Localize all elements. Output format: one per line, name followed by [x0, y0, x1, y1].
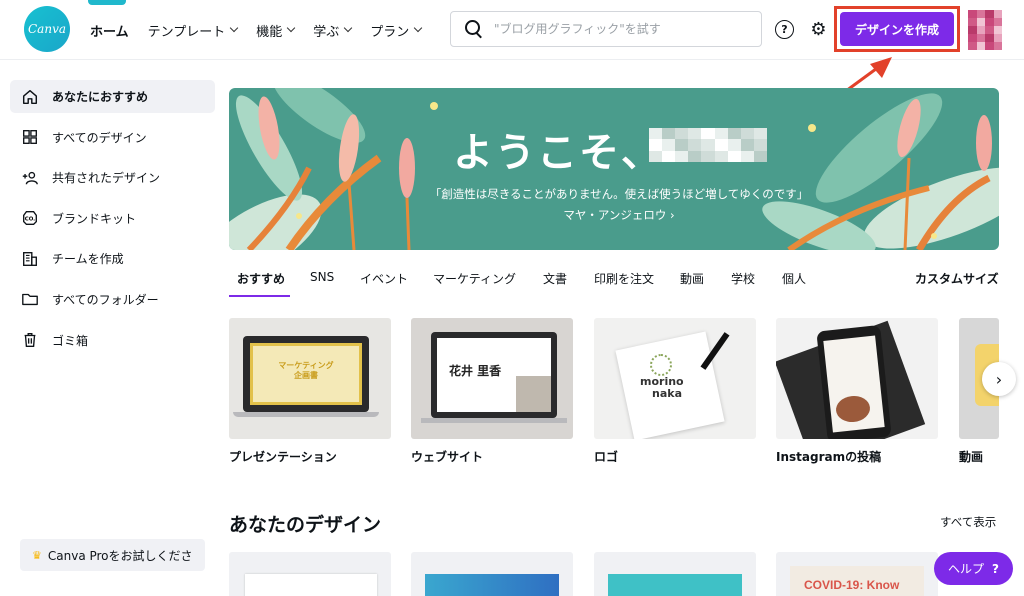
custom-size-button[interactable]: カスタムサイズ	[915, 270, 999, 287]
search-input[interactable]	[494, 22, 754, 36]
search-icon	[460, 15, 488, 43]
sidebar-item-create-team[interactable]: チームを作成	[10, 242, 215, 275]
nav-home[interactable]: ホーム	[90, 19, 129, 41]
canva-logo[interactable]: Canva	[24, 6, 70, 52]
help-button[interactable]: ヘルプ ?	[934, 552, 1013, 585]
home-icon	[19, 86, 41, 108]
welcome-banner: ようこそ、 「創造性は尽きることがありません。使えば使うほど増してゆくのです」マ…	[229, 88, 999, 250]
tab-sns[interactable]: SNS	[310, 270, 334, 297]
tab-events[interactable]: イベント	[360, 270, 408, 297]
sidebar-item-label: あなたにおすすめ	[52, 90, 149, 104]
sidebar-item-all-designs[interactable]: すべてのデザイン	[10, 121, 215, 154]
card-label: プレゼンテーション	[229, 450, 337, 464]
create-button-highlight: デザインを作成	[834, 6, 960, 52]
active-nav-indicator	[88, 0, 126, 5]
view-all-link[interactable]: すべて表示	[940, 514, 996, 530]
sidebar-item-label: すべてのフォルダー	[52, 292, 159, 307]
sidebar-item-shared[interactable]: 共有されたデザイン	[10, 161, 215, 194]
sidebar-item-label: ゴミ箱	[52, 333, 89, 348]
question-icon: ?	[992, 561, 999, 576]
sidebar-item-all-folders[interactable]: すべてのフォルダー	[10, 283, 215, 316]
website-thumbnail: 花井 里香	[411, 318, 573, 439]
logo-thumbnail: morino naka	[594, 318, 756, 439]
your-designs-title: あなたのデザイン	[229, 514, 382, 536]
tab-video[interactable]: 動画	[680, 270, 704, 297]
folder-icon	[19, 288, 41, 310]
nav-features-label: 機能	[256, 24, 283, 40]
nav-features[interactable]: 機能	[256, 19, 296, 41]
grid-icon	[19, 126, 41, 148]
gear-icon[interactable]: ⚙	[809, 20, 828, 39]
try-pro-button[interactable]: ♛ Canva Proをお試しくださ	[20, 539, 205, 571]
nav-plans[interactable]: プラン	[370, 19, 423, 41]
chevron-down-icon	[414, 23, 423, 33]
card-label: ロゴ	[594, 450, 619, 464]
sidebar-item-label: すべてのデザイン	[52, 130, 147, 145]
tab-school[interactable]: 学校	[731, 270, 755, 297]
tab-marketing[interactable]: マーケティング	[433, 270, 516, 297]
tab-personal[interactable]: 個人	[782, 270, 806, 297]
brand-kit-icon: CO.	[19, 207, 41, 229]
chevron-right-icon[interactable]: ›	[982, 362, 1016, 396]
presentation-thumb-line1: マーケティング	[278, 361, 334, 370]
design-thumbnail[interactable]	[594, 552, 756, 596]
card-instagram-post[interactable]: Instagramの投稿	[776, 318, 938, 465]
presentation-thumb-line2: 企画書	[294, 371, 318, 380]
sidebar: あなたにおすすめ すべてのデザイン 共有されたデザイン CO. ブランドキット …	[0, 80, 216, 364]
chevron-down-icon	[287, 23, 296, 33]
tab-print[interactable]: 印刷を注文	[594, 270, 654, 297]
chevron-down-icon	[344, 23, 353, 33]
nav-home-label: ホーム	[90, 24, 129, 40]
presentation-thumbnail: マーケティング 企画書	[229, 318, 391, 439]
tab-recommended[interactable]: おすすめ	[237, 270, 285, 297]
create-design-button[interactable]: デザインを作成	[840, 12, 954, 46]
help-icon[interactable]: ?	[775, 20, 794, 39]
nav-templates-label: テンプレート	[147, 24, 226, 40]
sidebar-item-label: ブランドキット	[52, 211, 137, 226]
tab-documents[interactable]: 文書	[543, 270, 567, 297]
sidebar-item-label: 共有されたデザイン	[52, 171, 161, 186]
chevron-down-icon	[230, 23, 239, 33]
active-tab-underline	[229, 295, 290, 297]
nav-learn[interactable]: 学ぶ	[313, 19, 353, 41]
team-building-icon	[19, 248, 41, 270]
website-thumb-text: 花井 里香	[449, 364, 502, 378]
card-presentation[interactable]: マーケティング 企画書 プレゼンテーション	[229, 318, 391, 465]
design-thumbnail[interactable]	[229, 552, 391, 596]
nav-plans-label: プラン	[370, 24, 410, 40]
top-bar: Canva ホーム テンプレート 機能 学ぶ プラン ? ⚙ デザインを作成	[0, 0, 1024, 60]
crown-icon: ♛	[32, 548, 42, 562]
nav-templates[interactable]: テンプレート	[147, 19, 239, 41]
nav-learn-label: 学ぶ	[313, 24, 340, 40]
sidebar-item-for-you[interactable]: あなたにおすすめ	[10, 80, 215, 113]
design-thumbnail[interactable]	[411, 552, 573, 596]
design-thumbnail[interactable]: COVID-19: Know	[776, 552, 938, 596]
card-website[interactable]: 花井 里香 ウェブサイト	[411, 318, 573, 465]
instagram-thumbnail	[776, 318, 938, 439]
help-button-label: ヘルプ	[948, 562, 985, 576]
search-box[interactable]	[450, 11, 762, 47]
sidebar-item-brand-kit[interactable]: CO. ブランドキット	[10, 202, 215, 235]
card-label: Instagramの投稿	[776, 450, 882, 464]
card-label: 動画	[959, 450, 984, 464]
shared-users-icon	[19, 167, 41, 189]
main-nav: ホーム テンプレート 機能 学ぶ プラン	[90, 19, 440, 41]
user-name-blurred	[649, 128, 767, 162]
welcome-heading: ようこそ、	[453, 130, 663, 176]
card-logo[interactable]: morino naka ロゴ	[594, 318, 756, 465]
logo-thumb-line2: naka	[652, 387, 682, 400]
sidebar-item-label: チームを作成	[52, 252, 124, 267]
svg-text:CO.: CO.	[25, 217, 35, 223]
design-thumb-text: COVID-19: Know	[790, 566, 924, 596]
sidebar-item-trash[interactable]: ゴミ箱	[10, 324, 215, 357]
banner-quote-link[interactable]: 「創造性は尽きることがありません。使えば使うほど増してゆくのです」マヤ・アンジェ…	[424, 184, 814, 226]
trash-icon	[19, 329, 41, 351]
avatar[interactable]	[968, 10, 1002, 50]
category-tabs: おすすめ SNS イベント マーケティング 文書 印刷を注文 動画 学校 個人 …	[229, 270, 999, 298]
try-pro-label: Canva Proをお試しくださ	[47, 548, 193, 563]
card-label: ウェブサイト	[411, 450, 484, 464]
